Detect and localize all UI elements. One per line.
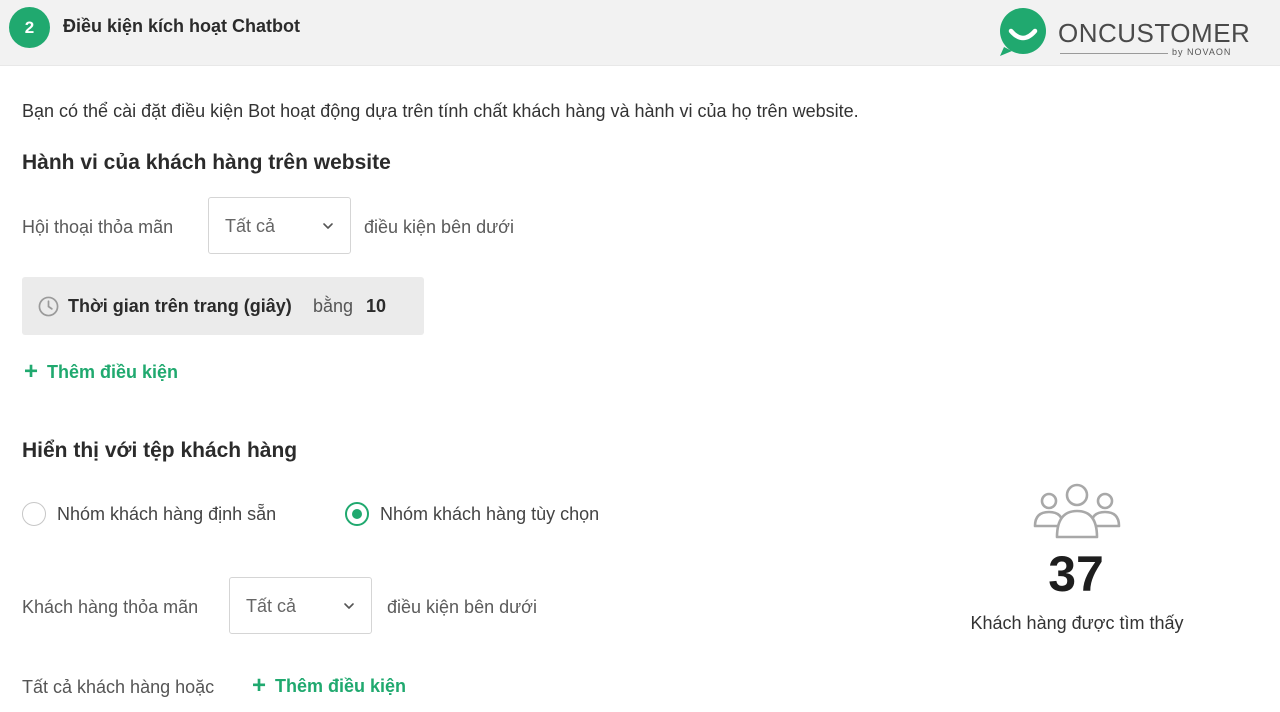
radio-preset-label: Nhóm khách hàng định sẵn	[57, 503, 277, 524]
behavior-match-label: Hội thoại thỏa mãn	[22, 217, 174, 237]
condition-chip[interactable]: Thời gian trên trang (giây) bằng 10	[22, 277, 424, 335]
add-audience-condition-label: Thêm điều kiện	[275, 675, 407, 696]
radio-custom-group[interactable]: Nhóm khách hàng tùy chọn	[345, 502, 599, 526]
condition-value: 10	[366, 296, 387, 316]
condition-name: Thời gian trên trang (giây)	[68, 296, 292, 316]
customer-count-label: Khách hàng được tìm thấy	[970, 613, 1184, 633]
logo-subtext: by NOVAON	[1172, 47, 1232, 57]
plus-icon: +	[252, 672, 267, 699]
section-header: 2 Điều kiện kích hoạt Chatbot ONCUSTOMER…	[0, 0, 1280, 66]
condition-operator: bằng	[313, 296, 354, 316]
logo-mark-icon	[1000, 8, 1046, 56]
radio-custom-label: Nhóm khách hàng tùy chọn	[380, 503, 600, 524]
behavior-section-title: Hành vi của khách hàng trên website	[22, 151, 391, 174]
chevron-down-icon	[323, 223, 333, 229]
plus-icon: +	[24, 358, 39, 385]
radio-circle-selected	[345, 502, 369, 526]
step-title: Điều kiện kích hoạt Chatbot	[63, 16, 301, 36]
add-audience-condition-button[interactable]: + Thêm điều kiện	[252, 674, 406, 698]
customer-count: 37	[1048, 546, 1104, 602]
logo-divider	[1060, 53, 1168, 54]
chevron-down-icon	[344, 603, 354, 609]
audience-match-label: Khách hàng thỏa mãn	[22, 597, 199, 617]
radio-preset-group[interactable]: Nhóm khách hàng định sẵn	[22, 502, 276, 526]
behavior-match-suffix: điều kiện bên dưới	[364, 217, 514, 237]
add-behavior-condition-label: Thêm điều kiện	[47, 361, 179, 382]
add-behavior-condition-button[interactable]: + Thêm điều kiện	[24, 360, 178, 384]
users-icon	[1033, 483, 1121, 539]
behavior-match-value: Tất cả	[225, 216, 276, 236]
audience-section-title: Hiển thị với tệp khách hàng	[22, 439, 298, 462]
radio-circle	[22, 502, 46, 526]
audience-match-suffix: điều kiện bên dưới	[387, 597, 537, 617]
behavior-match-select[interactable]: Tất cả	[208, 197, 351, 254]
audience-match-select[interactable]: Tất cả	[229, 577, 372, 634]
all-customers-label: Tất cả khách hàng hoặc	[22, 677, 215, 697]
oncustomer-logo: ONCUSTOMER by NOVAON	[996, 6, 1256, 62]
clock-icon	[38, 296, 59, 317]
logo-text: ONCUSTOMER	[1058, 18, 1251, 48]
description-text: Bạn có thể cài đặt điều kiện Bot hoạt độ…	[22, 101, 859, 121]
audience-match-value: Tất cả	[246, 596, 297, 616]
step-badge: 2	[9, 7, 50, 48]
